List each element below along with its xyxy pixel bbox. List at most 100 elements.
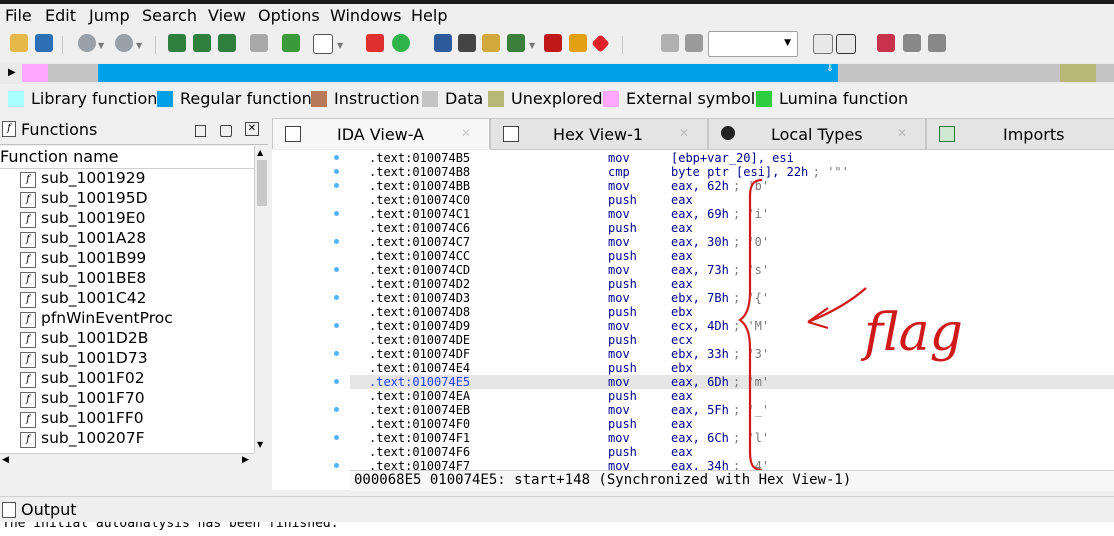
functions-horizontal-scrollbar[interactable]: ◀ ▶ — [0, 453, 254, 468]
function-list-item[interactable]: f sub_1001B99 — [0, 249, 254, 269]
disasm-line[interactable]: .text:010074CD mov eax, 73h; 's' — [350, 263, 1114, 277]
disasm-line[interactable]: .text:010074C0 push eax — [350, 193, 1114, 207]
forward-icon[interactable] — [115, 34, 133, 52]
font-icon[interactable] — [313, 34, 333, 54]
disasm-line[interactable]: .text:010074F6 push eax — [350, 445, 1114, 459]
navigation-band[interactable]: ▶ ⇓ — [0, 62, 1114, 84]
structure-icon[interactable] — [507, 34, 525, 52]
code-icon[interactable] — [218, 34, 236, 52]
close-icon[interactable]: ✕ — [461, 126, 471, 140]
tab-imports[interactable]: Imports — [926, 118, 1114, 150]
close-icon[interactable]: ✕ — [679, 126, 689, 140]
layout-icon[interactable] — [877, 34, 895, 52]
scroll-thumb[interactable] — [257, 160, 267, 206]
function-name-column-header[interactable]: Function name — [0, 146, 254, 169]
function-list-item[interactable]: f sub_1001D73 — [0, 349, 254, 369]
calc-icon[interactable] — [434, 34, 452, 52]
list-icon[interactable] — [903, 34, 921, 52]
function-list-item[interactable]: f sub_1001BE8 — [0, 269, 254, 289]
strings-icon[interactable] — [458, 34, 476, 52]
chevron-down-icon[interactable]: ▼ — [136, 41, 142, 50]
function-list-item[interactable]: f sub_10019E0 — [0, 209, 254, 229]
function-list-item[interactable]: f sub_1001929 — [0, 169, 254, 189]
patch-icon[interactable] — [569, 34, 587, 52]
tab-hex-view-1[interactable]: Hex View-1 ✕ — [490, 118, 708, 150]
disasm-line[interactable]: .text:010074BB mov eax, 62h; 'b' — [350, 179, 1114, 193]
disasm-line[interactable]: .text:010074DE push ecx — [350, 333, 1114, 347]
disasm-line[interactable]: .text:010074CC push eax — [350, 249, 1114, 263]
disasm-line[interactable]: .text:010074D8 push ebx — [350, 305, 1114, 319]
disasm-line[interactable]: .text:010074EA push eax — [350, 389, 1114, 403]
list-alt-icon[interactable] — [928, 34, 946, 52]
function-list-item[interactable]: f pfnWinEventProc — [0, 309, 254, 329]
disasm-line[interactable]: .text:010074F0 push eax — [350, 417, 1114, 431]
disasm-line[interactable]: .text:010074EB mov eax, 5Fh; '_' — [350, 403, 1114, 417]
step-icon[interactable] — [282, 34, 300, 52]
disasm-line[interactable]: .text:010074D2 push eax — [350, 277, 1114, 291]
scroll-down-icon[interactable]: ▼ — [257, 440, 263, 449]
disassembly-listing[interactable]: .text:010074B5 mov [ebp+var_20], esi .text:… — [350, 150, 1114, 470]
disasm-line[interactable]: .text:010074E5 mov eax, 6Dh; 'm' — [350, 375, 1114, 389]
function-list-item[interactable]: f sub_1001D2B — [0, 329, 254, 349]
close-panel-icon[interactable]: ✕ — [245, 122, 259, 136]
disasm-line[interactable]: .text:010074B8 cmp byte ptr [esi], 22h; '"… — [350, 165, 1114, 179]
tab-ida-view-a[interactable]: IDA View-A ✕ — [272, 118, 490, 149]
disasm-mnemonic: push — [608, 417, 637, 431]
tab-local-types[interactable]: Local Types ✕ — [708, 118, 926, 150]
disasm-line[interactable]: .text:010074DF mov ebx, 33h; '3' — [350, 347, 1114, 361]
disasm-line[interactable]: .text:010074D3 mov ebx, 7Bh; '{' — [350, 291, 1114, 305]
scroll-right-icon[interactable]: ▶ — [242, 455, 249, 465]
disasm-line[interactable]: .text:010074C6 push eax — [350, 221, 1114, 235]
attach-icon[interactable] — [836, 34, 856, 54]
function-icon: f — [20, 312, 36, 328]
disasm-line[interactable]: .text:010074D9 mov ecx, 4Dh; 'M' — [350, 319, 1114, 333]
disasm-line[interactable]: .text:010074C7 mov eax, 30h; '0' — [350, 235, 1114, 249]
function-list-item[interactable]: f sub_100207F — [0, 429, 254, 449]
jump-icon[interactable] — [250, 34, 268, 52]
save-icon[interactable] — [35, 34, 53, 52]
menu-jump[interactable]: Jump — [89, 6, 130, 25]
function-list-item[interactable]: f sub_100195D — [0, 189, 254, 209]
disasm-line[interactable]: .text:010074B5 mov [ebp+var_20], esi — [350, 151, 1114, 165]
back-icon[interactable] — [78, 34, 96, 52]
lumina-icon[interactable] — [392, 34, 410, 52]
restore-panel-icon[interactable] — [220, 125, 232, 137]
chevron-down-icon[interactable]: ▼ — [98, 41, 104, 50]
open-icon[interactable] — [10, 34, 28, 52]
disasm-line[interactable]: .text:010074E4 push ebx — [350, 361, 1114, 375]
function-list-item[interactable]: f sub_1001F02 — [0, 369, 254, 389]
menu-view[interactable]: View — [208, 6, 246, 25]
menu-file[interactable]: File — [5, 6, 32, 25]
disasm-line[interactable]: .text:010074F1 mov eax, 6Ch; 'l' — [350, 431, 1114, 445]
text-icon[interactable] — [193, 34, 211, 52]
graph-icon[interactable] — [366, 34, 384, 52]
disasm-line[interactable]: .text:010074C1 mov eax, 69h; 'i' — [350, 207, 1114, 221]
disasm-address: .text:010074D8 — [369, 305, 471, 319]
breakpoint-icon[interactable] — [544, 34, 562, 52]
menu-search[interactable]: Search — [142, 6, 197, 25]
chevron-down-icon[interactable]: ▼ — [529, 41, 535, 50]
disasm-line[interactable]: .text:010074F7 mov eax, 34h; '4' — [350, 459, 1114, 470]
detach-icon[interactable] — [813, 34, 833, 54]
scroll-up-icon[interactable]: ▲ — [257, 148, 263, 157]
hex-icon[interactable] — [482, 34, 500, 52]
pause-icon[interactable] — [661, 34, 679, 52]
create-function-icon[interactable] — [168, 34, 186, 52]
chevron-down-icon[interactable]: ▼ — [337, 41, 343, 50]
stop-icon[interactable] — [591, 34, 610, 53]
functions-vertical-scrollbar[interactable]: ▲ ▼ — [254, 146, 269, 453]
menu-windows[interactable]: Windows — [330, 6, 401, 25]
function-list-item[interactable]: f sub_1001A28 — [0, 229, 254, 249]
function-list-item[interactable]: f sub_1001FF0 — [0, 409, 254, 429]
float-panel-icon[interactable] — [195, 125, 206, 137]
close-icon[interactable]: ✕ — [897, 126, 907, 140]
nav-left-arrow-icon[interactable]: ▶ — [8, 67, 16, 78]
menu-edit[interactable]: Edit — [45, 6, 76, 25]
scroll-left-icon[interactable]: ◀ — [2, 455, 9, 465]
menu-options[interactable]: Options — [258, 6, 320, 25]
function-list-item[interactable]: f sub_1001F70 — [0, 389, 254, 409]
function-list-item[interactable]: f sub_1001C42 — [0, 289, 254, 309]
terminate-icon[interactable] — [685, 34, 703, 52]
menu-help[interactable]: Help — [411, 6, 447, 25]
debugger-select[interactable]: ▼ — [708, 31, 798, 57]
